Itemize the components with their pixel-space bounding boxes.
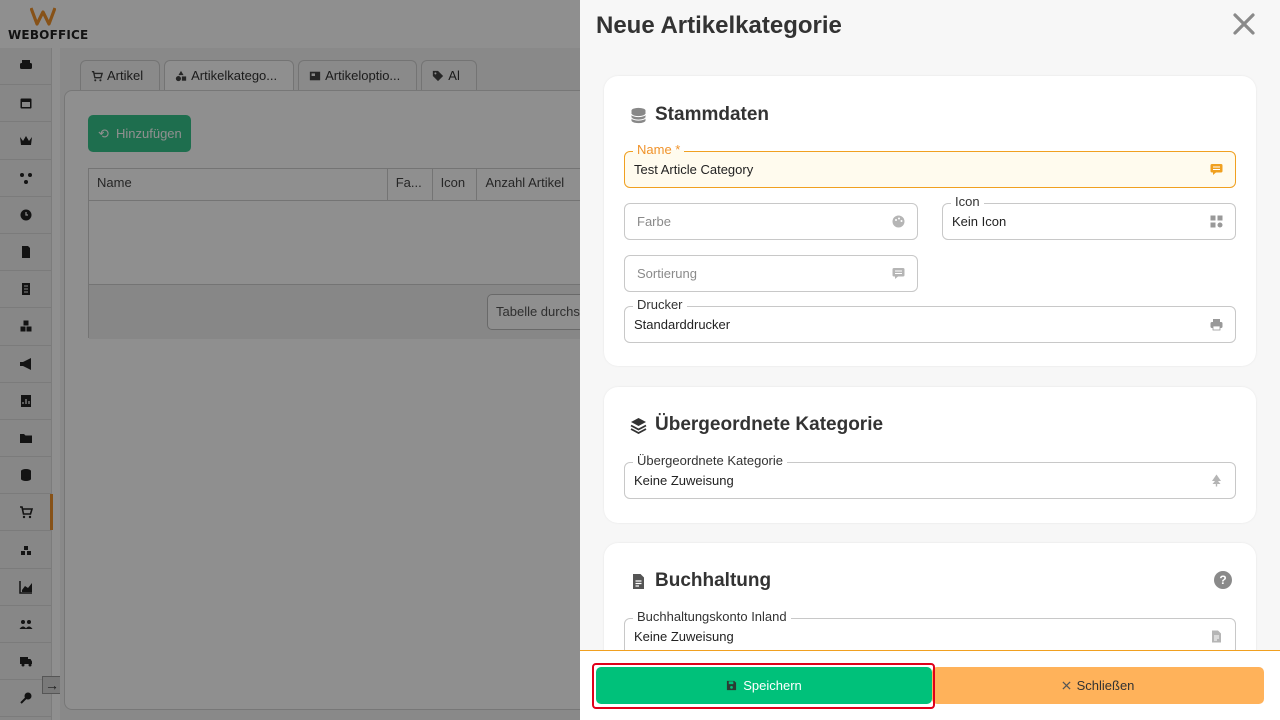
icon-picker-icon <box>1210 215 1223 228</box>
database-icon <box>631 107 646 123</box>
drawer-scroll-area[interactable]: Stammdaten Name * Test Article Category … <box>580 58 1280 650</box>
accounting-domestic-field[interactable]: Buchhaltungskonto Inland Keine Zuweisung <box>624 610 1236 650</box>
close-button[interactable]: Schließen <box>932 667 1264 704</box>
printer-icon <box>1210 319 1223 331</box>
comment-icon <box>1210 164 1223 175</box>
printer-field[interactable]: Drucker Standarddrucker <box>624 298 1236 343</box>
name-field-label: Name * <box>633 143 685 157</box>
color-field-placeholder: Farbe <box>637 214 671 229</box>
color-field[interactable]: Farbe <box>624 203 918 240</box>
file-invoice-icon <box>1212 630 1221 643</box>
parent-category-value: Keine Zuweisung <box>634 473 734 488</box>
section-accounting: Buchhaltung ? Buchhaltungskonto Inland K… <box>604 543 1256 650</box>
name-field[interactable]: Name * Test Article Category <box>624 143 1236 188</box>
parent-category-field[interactable]: Übergeordnete Kategorie Keine Zuweisung <box>624 454 1236 499</box>
icon-field-value: Kein Icon <box>952 214 1007 229</box>
sort-field[interactable]: Sortierung <box>624 255 918 292</box>
help-icon[interactable]: ? <box>1214 571 1232 589</box>
close-icon <box>1062 681 1071 690</box>
parent-category-label: Übergeordnete Kategorie <box>633 454 787 468</box>
drawer-footer: Speichern Schließen <box>580 650 1280 720</box>
comment-icon <box>892 268 905 279</box>
layers-icon <box>630 417 647 434</box>
sort-field-placeholder: Sortierung <box>637 266 697 281</box>
printer-field-value: Standarddrucker <box>634 317 731 332</box>
accounting-domestic-value: Keine Zuweisung <box>634 629 734 644</box>
section-title: Stammdaten <box>630 104 769 126</box>
file-invoice-icon <box>633 573 644 589</box>
drawer-title: Neue Artikelkategorie <box>596 12 842 39</box>
accounting-domestic-label: Buchhaltungskonto Inland <box>633 610 791 624</box>
section-title-text: Übergeordnete Kategorie <box>655 414 884 435</box>
section-title: Buchhaltung <box>630 570 771 592</box>
close-button-label: Schließen <box>1076 678 1135 693</box>
palette-icon <box>892 215 905 228</box>
icon-field-label: Icon <box>951 195 984 209</box>
section-title: Übergeordnete Kategorie <box>630 414 883 436</box>
section-parent-category: Übergeordnete Kategorie Übergeordnete Ka… <box>604 387 1256 523</box>
name-field-value: Test Article Category <box>634 162 754 177</box>
close-icon[interactable] <box>1230 10 1258 38</box>
printer-field-label: Drucker <box>633 298 687 312</box>
save-button-highlight <box>592 663 935 709</box>
new-category-drawer: Neue Artikelkategorie Stammdaten Name * … <box>580 0 1280 720</box>
section-title-text: Stammdaten <box>655 104 770 125</box>
section-stammdaten: Stammdaten Name * Test Article Category … <box>604 76 1256 366</box>
section-title-text: Buchhaltung <box>655 570 772 591</box>
icon-field[interactable]: Icon Kein Icon <box>942 195 1236 240</box>
tree-icon <box>1212 474 1221 487</box>
